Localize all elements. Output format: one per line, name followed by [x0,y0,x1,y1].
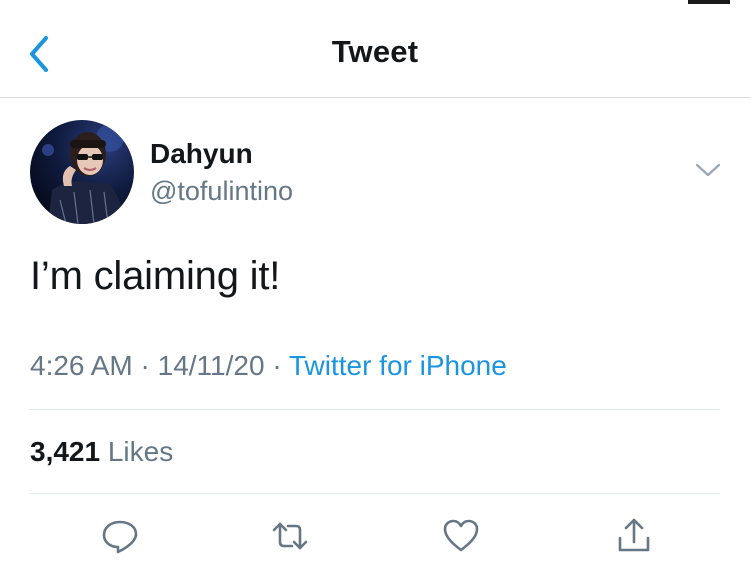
like-button[interactable] [437,512,485,560]
tweet-metadata: 4:26 AM · 14/11/20 · Twitter for iPhone [30,350,507,382]
retweet-button[interactable] [266,512,314,560]
author-name[interactable]: Dahyun [150,138,253,170]
meta-separator: · [264,350,289,381]
meta-separator: · [132,350,158,381]
like-icon [443,519,479,552]
chevron-down-icon[interactable] [694,160,722,180]
divider [30,409,720,410]
retweet-icon [272,522,308,550]
tweet-time: 4:26 AM [30,350,133,381]
author-handle[interactable]: @tofulintino [150,176,293,207]
likes-count: 3,421 [30,436,101,467]
tweet-text: I’m claiming it! [30,254,281,298]
navigation-bar: Tweet [0,0,750,98]
likes-label: Likes [107,436,174,467]
divider [30,493,720,494]
tweet-date: 14/11/20 [157,350,265,381]
tweet-source-link[interactable]: Twitter for iPhone [289,350,507,381]
likes-summary[interactable]: 3,421 Likes [30,436,173,468]
reply-icon [102,520,138,554]
page-title: Tweet [331,34,419,69]
avatar[interactable] [30,120,134,224]
share-button[interactable] [610,512,658,560]
reply-button[interactable] [96,512,144,560]
share-icon [618,518,650,552]
